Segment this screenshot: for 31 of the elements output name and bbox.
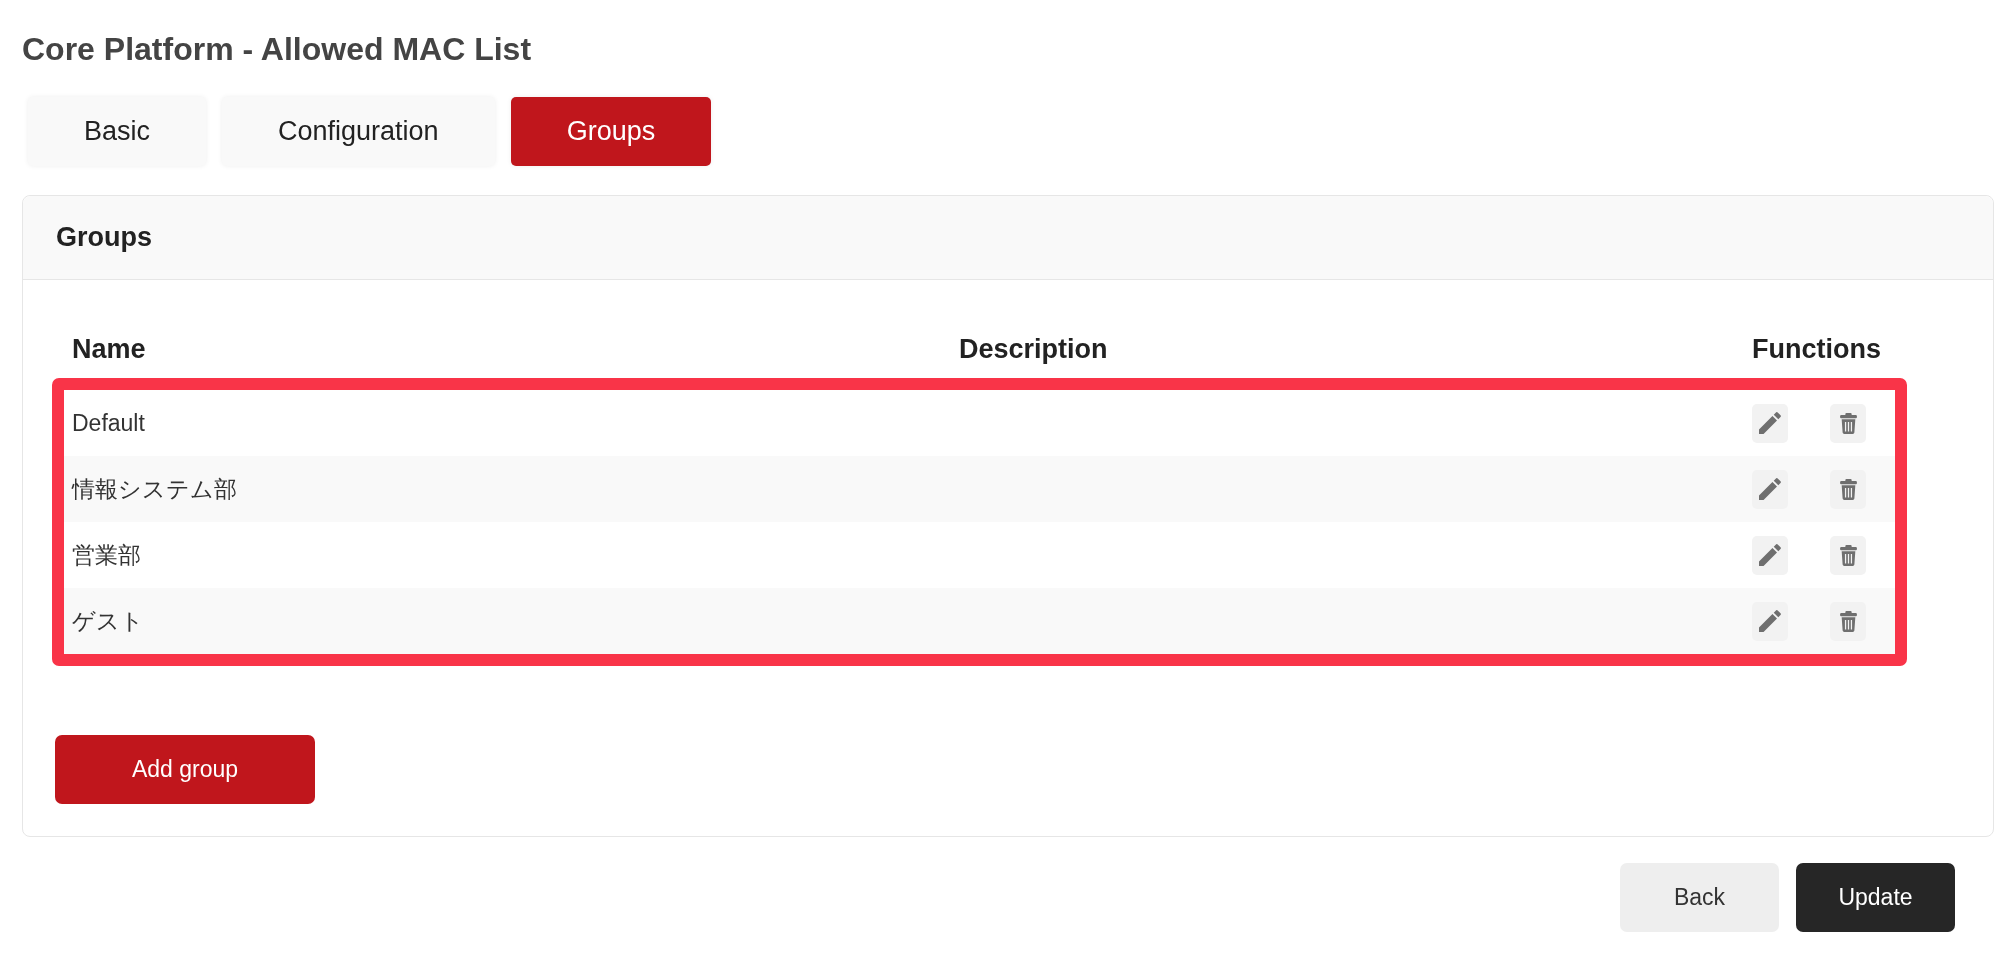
edit-button[interactable] — [1752, 535, 1788, 575]
pencil-icon — [1759, 412, 1781, 434]
update-button[interactable]: Update — [1796, 863, 1955, 932]
column-header: Name — [72, 334, 146, 364]
panel-title: Groups — [56, 221, 152, 255]
pencil-icon — [1759, 610, 1781, 632]
tab[interactable]: Groups — [510, 97, 712, 166]
add-group-button[interactable]: Add group — [55, 735, 315, 804]
edit-button[interactable] — [1752, 601, 1788, 641]
pencil-icon — [1759, 478, 1781, 500]
trash-icon — [1839, 478, 1857, 500]
delete-button[interactable] — [1830, 601, 1866, 641]
edit-button[interactable] — [1752, 403, 1788, 443]
delete-button[interactable] — [1830, 535, 1866, 575]
pencil-icon — [1759, 544, 1781, 566]
column-header: Description — [959, 334, 1108, 364]
name-cell: Default — [72, 409, 145, 436]
back-button[interactable]: Back — [1620, 863, 1779, 932]
delete-button[interactable] — [1830, 403, 1866, 443]
page-title: Core Platform - Allowed MAC List — [22, 30, 533, 68]
tab[interactable]: Configuration — [222, 97, 495, 166]
delete-button[interactable] — [1830, 469, 1866, 509]
name-cell: 営業部 — [72, 541, 141, 568]
trash-icon — [1839, 412, 1857, 434]
edit-button[interactable] — [1752, 469, 1788, 509]
name-cell: 情報システム部 — [72, 475, 237, 502]
tab[interactable]: Basic — [28, 97, 207, 166]
trash-icon — [1839, 544, 1857, 566]
column-header: Functions — [1752, 334, 1881, 364]
name-cell: ゲスト — [72, 607, 144, 634]
trash-icon — [1839, 610, 1857, 632]
